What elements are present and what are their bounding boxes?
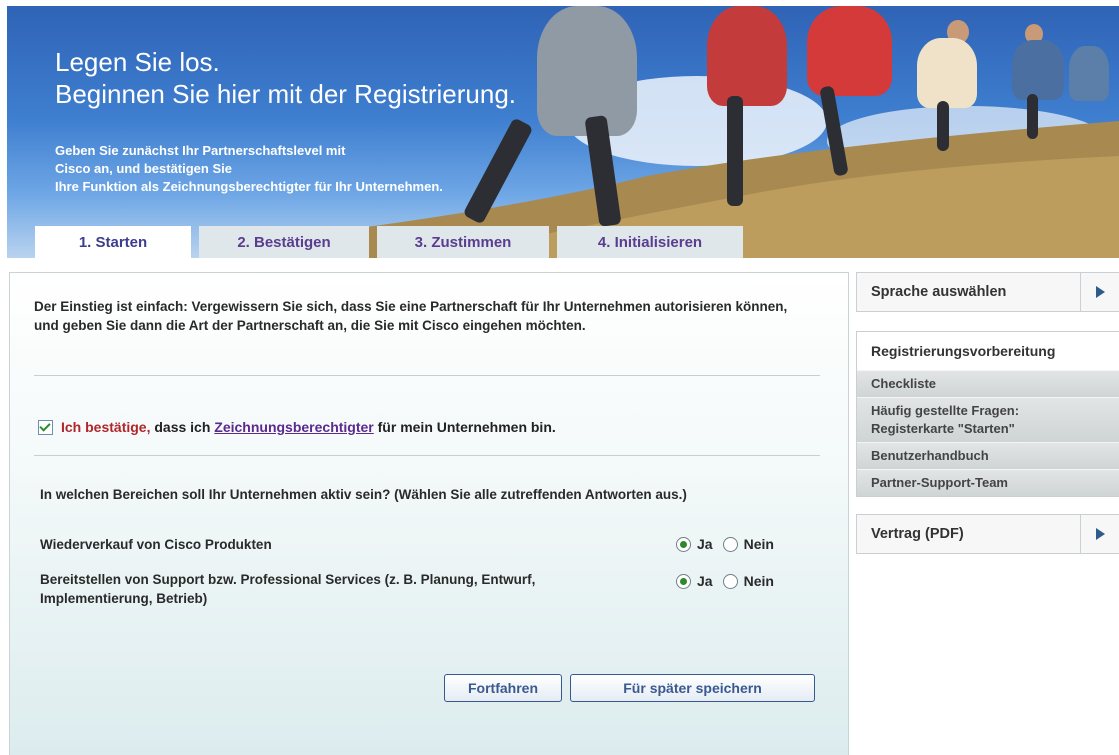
- banner-subtitle-line2: Cisco an, und bestätigen Sie: [55, 161, 232, 176]
- tab-initialisieren[interactable]: 4. Initialisieren: [557, 226, 743, 258]
- hiker-illustration: [1027, 94, 1038, 139]
- resale-no-label: Nein: [743, 536, 774, 552]
- banner-subtitle: Geben Sie zunächst Ihr Partnerschaftslev…: [55, 142, 443, 196]
- resale-yes-label: Ja: [697, 536, 713, 552]
- resale-yes-option[interactable]: Ja: [676, 536, 713, 552]
- sidebar-item-user-guide[interactable]: Benutzerhandbuch: [857, 442, 1119, 469]
- tab-zustimmen[interactable]: 3. Zustimmen: [377, 226, 549, 258]
- hiker-illustration: [1012, 40, 1064, 100]
- banner-title: Legen Sie los. Beginnen Sie hier mit der…: [55, 46, 516, 110]
- radio-unselected-icon[interactable]: [722, 573, 738, 589]
- support-no-option[interactable]: Nein: [722, 573, 774, 589]
- radio-selected-icon[interactable]: [676, 573, 691, 589]
- checkbox-checked-icon[interactable]: [38, 419, 53, 435]
- resale-label: Wiederverkauf von Cisco Produkten: [40, 537, 272, 552]
- support-no-label: Nein: [743, 573, 774, 589]
- hiker-illustration: [727, 96, 743, 206]
- divider: [34, 455, 820, 456]
- arrow-right-icon[interactable]: [1080, 273, 1119, 311]
- prep-links-box: Registrierungsvorbereitung Checkliste Hä…: [856, 331, 1119, 497]
- hiker-illustration: [537, 6, 637, 136]
- divider: [34, 375, 820, 376]
- confirm-text-before: dass ich: [150, 419, 215, 435]
- radio-unselected-icon[interactable]: [722, 536, 738, 552]
- contract-pdf[interactable]: Vertrag (PDF): [856, 514, 1119, 554]
- tab-starten[interactable]: 1. Starten: [35, 226, 191, 258]
- arrow-right-icon[interactable]: [1080, 515, 1119, 553]
- sidebar-item-partner-support[interactable]: Partner-Support-Team: [857, 469, 1119, 496]
- banner-title-line1: Legen Sie los.: [55, 47, 220, 77]
- resale-radio-group: Ja Nein: [676, 536, 784, 552]
- registration-panel: Der Einstieg ist einfach: Vergewissern S…: [9, 272, 849, 755]
- step-tabs: 1. Starten 2. Bestätigen 3. Zustimmen 4.…: [35, 226, 743, 258]
- continue-button[interactable]: Fortfahren: [444, 674, 562, 702]
- confirm-text-after: für mein Unternehmen bin.: [373, 419, 556, 435]
- radio-selected-icon[interactable]: [676, 536, 691, 552]
- support-yes-option[interactable]: Ja: [676, 573, 713, 589]
- signatory-confirm-row: Ich bestätige, dass ich Zeichnungsberech…: [38, 419, 556, 435]
- hiker-illustration: [707, 6, 787, 106]
- resale-no-option[interactable]: Nein: [722, 536, 774, 552]
- confirm-red-text: Ich bestätige,: [61, 419, 151, 435]
- language-select-label: Sprache auswählen: [871, 284, 1007, 300]
- prep-title: Registrierungsvorbereitung: [857, 332, 1119, 370]
- language-select-header: Sprache auswählen: [857, 273, 1119, 311]
- contract-pdf-header: Vertrag (PDF): [857, 515, 1119, 553]
- intro-text: Der Einstieg ist einfach: Vergewissern S…: [34, 299, 788, 333]
- areas-question: In welchen Bereichen soll Ihr Unternehme…: [40, 487, 687, 502]
- language-select[interactable]: Sprache auswählen: [856, 272, 1119, 312]
- sidebar-item-faq[interactable]: Häufig gestellte Fragen: Registerkarte "…: [857, 397, 1119, 442]
- hiker-illustration: [807, 6, 892, 96]
- support-radio-group: Ja Nein: [676, 573, 784, 589]
- hiker-illustration: [1069, 46, 1109, 101]
- sidebar-item-checklist[interactable]: Checkliste: [857, 370, 1119, 397]
- support-yes-label: Ja: [697, 573, 713, 589]
- banner-subtitle-line1: Geben Sie zunächst Ihr Partnerschaftslev…: [55, 143, 346, 158]
- hero-banner: Legen Sie los. Beginnen Sie hier mit der…: [7, 6, 1119, 258]
- banner-title-line2: Beginnen Sie hier mit der Registrierung.: [55, 79, 517, 109]
- signatory-link[interactable]: Zeichnungsberechtigter: [214, 419, 373, 435]
- hiker-illustration: [917, 38, 977, 108]
- banner-subtitle-line3: Ihre Funktion als Zeichnungsberechtigter…: [55, 179, 443, 194]
- support-services-label: Bereitstellen von Support bzw. Professio…: [40, 572, 536, 606]
- save-later-button[interactable]: Für später speichern: [570, 674, 815, 702]
- tab-bestaetigen[interactable]: 2. Bestätigen: [199, 226, 369, 258]
- contract-pdf-label: Vertrag (PDF): [871, 526, 964, 542]
- hiker-illustration: [937, 101, 949, 151]
